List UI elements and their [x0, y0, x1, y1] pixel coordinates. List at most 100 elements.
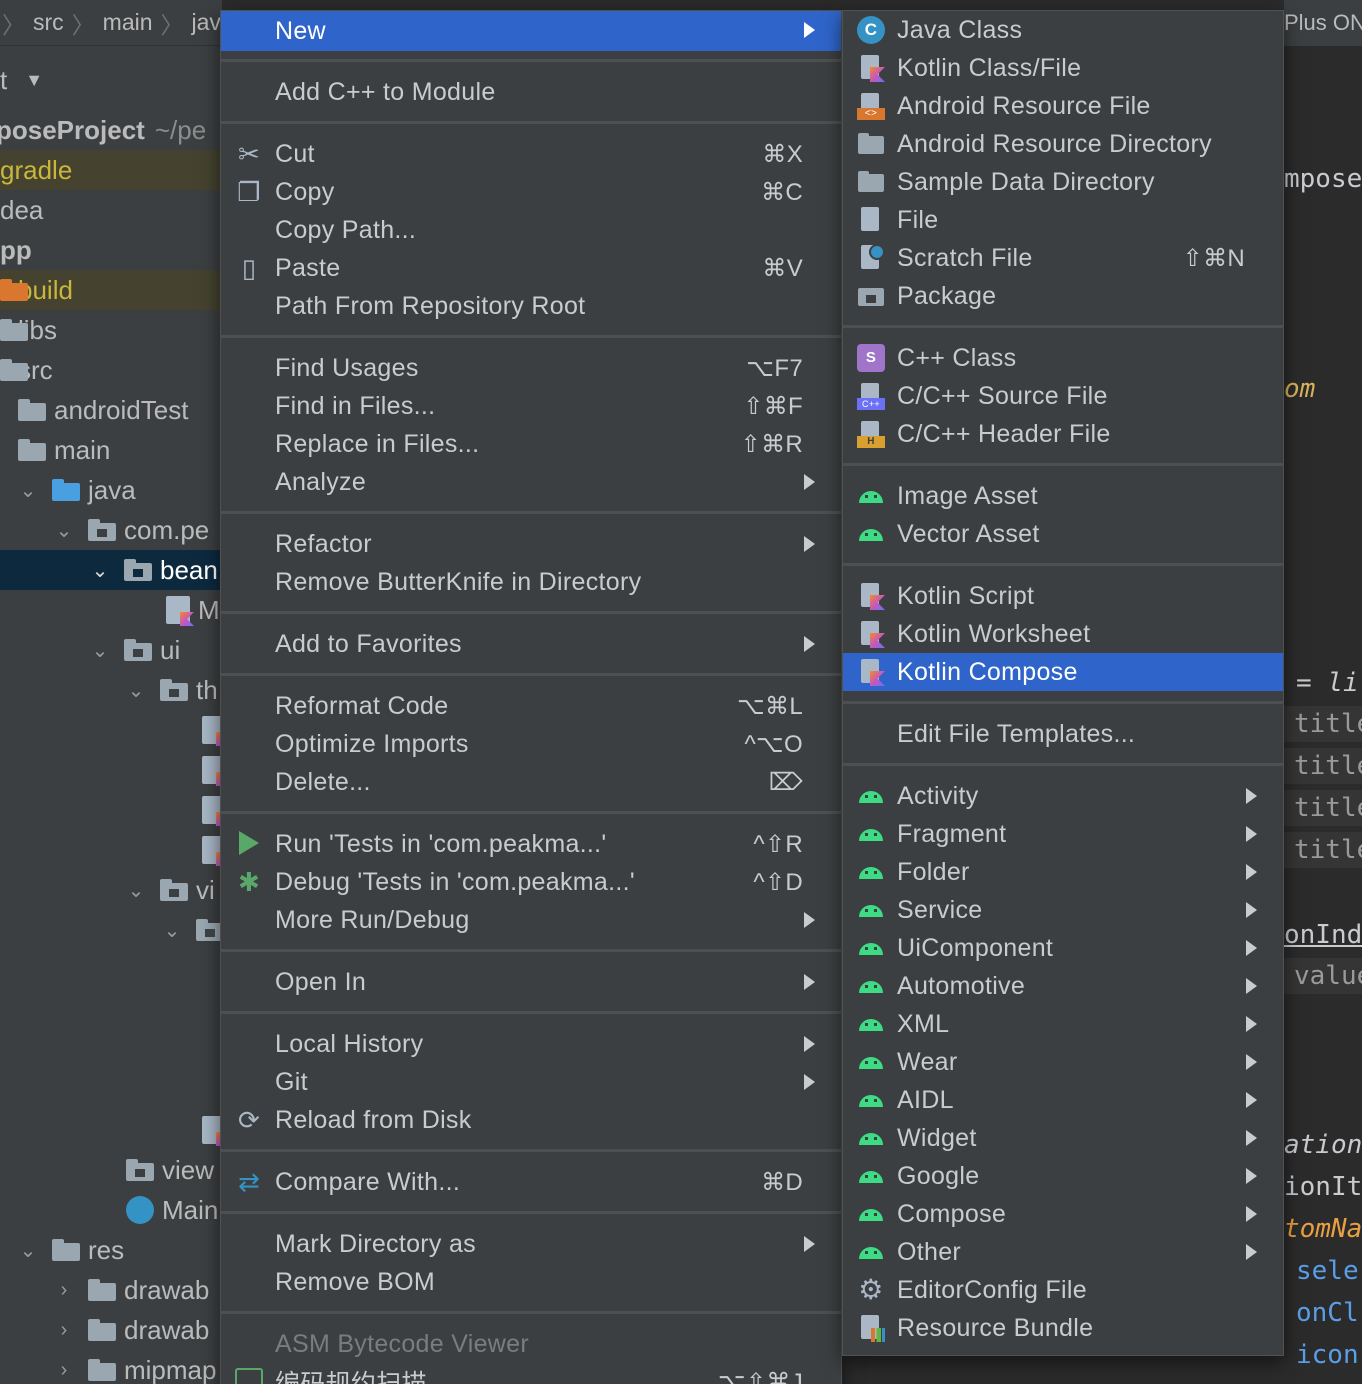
submenu-item-wear[interactable]: Wear [843, 1043, 1283, 1081]
menu-item-more-run-debug[interactable]: More Run/Debug [221, 901, 841, 939]
tree-item-libs[interactable]: libs [0, 310, 222, 350]
chevron-down-icon[interactable]: ⌄ [158, 918, 186, 943]
tree-item-file[interactable] [0, 1110, 222, 1150]
menu-item-mark-directory[interactable]: Mark Directory as [221, 1225, 841, 1263]
menu-item-find-usages[interactable]: Find Usages ⌥F7 [221, 349, 841, 387]
submenu-item-activity[interactable]: Activity [843, 777, 1283, 815]
submenu-item-folder[interactable]: Folder [843, 853, 1283, 891]
chevron-right-icon[interactable]: › [50, 1359, 78, 1382]
submenu-item-edit-file-templates[interactable]: Edit File Templates... [843, 715, 1283, 753]
submenu-item-google[interactable]: Google [843, 1157, 1283, 1195]
tree-item-androidtest[interactable]: androidTest [0, 390, 222, 430]
submenu-item-cpp-class[interactable]: S C++ Class [843, 339, 1283, 377]
tree-item-theme[interactable]: ⌄ th [0, 670, 222, 710]
submenu-item-file[interactable]: File [843, 201, 1283, 239]
submenu-item-aidl[interactable]: AIDL [843, 1081, 1283, 1119]
tree-item-file[interactable] [0, 710, 222, 750]
submenu-item-service[interactable]: Service [843, 891, 1283, 929]
project-view-selector[interactable]: t ▼ [0, 58, 43, 102]
tree-item-gradle[interactable]: gradle [0, 150, 222, 190]
tree-item-vi[interactable]: ⌄ vi [0, 870, 222, 910]
submenu-item-other[interactable]: Other [843, 1233, 1283, 1271]
tree-item-main-activity[interactable]: Main [0, 1190, 222, 1230]
submenu-item-kotlin-worksheet[interactable]: Kotlin Worksheet [843, 615, 1283, 653]
chevron-down-icon[interactable]: ⌄ [122, 878, 150, 903]
tree-item-ui[interactable]: ⌄ ui [0, 630, 222, 670]
menu-item-optimize-imports[interactable]: Optimize Imports ^⌥O [221, 725, 841, 763]
menu-item-remove-bom[interactable]: Remove BOM [221, 1263, 841, 1301]
tree-item-src[interactable]: src [0, 350, 222, 390]
submenu-item-java-class[interactable]: C Java Class [843, 11, 1283, 49]
breadcrumb-main[interactable]: main [97, 9, 159, 36]
menu-item-compare-with[interactable]: ⇄ Compare With... ⌘D [221, 1163, 841, 1201]
submenu-item-uicomponent[interactable]: UiComponent [843, 929, 1283, 967]
menu-item-cut[interactable]: ✂ Cut ⌘X [221, 135, 841, 173]
editor-tab[interactable]: Plus ONE [1284, 0, 1362, 46]
submenu-item-kotlin-script[interactable]: Kotlin Script [843, 577, 1283, 615]
breadcrumb-java[interactable]: java [186, 9, 222, 36]
submenu-item-widget[interactable]: Widget [843, 1119, 1283, 1157]
menu-item-add-to-favorites[interactable]: Add to Favorites [221, 625, 841, 663]
chevron-down-icon[interactable]: ⌄ [86, 638, 114, 663]
menu-item-add-cpp[interactable]: Add C++ to Module [221, 73, 841, 111]
menu-item-copy-path[interactable]: Copy Path... [221, 211, 841, 249]
tree-item-file[interactable] [0, 790, 222, 830]
menu-item-analyze[interactable]: Analyze [221, 463, 841, 501]
menu-item-asm-bytecode-viewer[interactable]: ASM Bytecode Viewer [221, 1325, 841, 1363]
tree-item-package[interactable]: ⌄ com.pe [0, 510, 222, 550]
tree-item-idea[interactable]: dea [0, 190, 222, 230]
submenu-item-compose[interactable]: Compose [843, 1195, 1283, 1233]
breadcrumb-src[interactable]: src [27, 9, 70, 36]
chevron-down-icon[interactable]: ⌄ [50, 518, 78, 543]
tree-item-subpackage[interactable]: ⌄ [0, 910, 222, 950]
menu-item-code-scan[interactable]: 编码规约扫描 ⌥⇧⌘J [221, 1363, 841, 1384]
menu-item-paste[interactable]: ▯ Paste ⌘V [221, 249, 841, 287]
chevron-down-icon[interactable]: ⌄ [122, 678, 150, 703]
chevron-right-icon[interactable]: › [50, 1279, 78, 1302]
submenu-item-image-asset[interactable]: Image Asset [843, 477, 1283, 515]
submenu-item-vector-asset[interactable]: Vector Asset [843, 515, 1283, 553]
menu-item-reformat-code[interactable]: Reformat Code ⌥⌘L [221, 687, 841, 725]
chevron-right-icon[interactable]: › [50, 1319, 78, 1342]
submenu-item-editorconfig[interactable]: ⚙ EditorConfig File [843, 1271, 1283, 1309]
tree-item-bean[interactable]: ⌄ bean [0, 550, 222, 590]
submenu-item-package[interactable]: Package [843, 277, 1283, 315]
tree-item-res[interactable]: ⌄ res [0, 1230, 222, 1270]
chevron-down-icon[interactable]: ⌄ [86, 558, 114, 583]
menu-item-open-in[interactable]: Open In [221, 963, 841, 1001]
menu-item-replace-in-files[interactable]: Replace in Files... ⇧⌘R [221, 425, 841, 463]
tree-item-mipmap[interactable]: › mipmap [0, 1350, 222, 1384]
menu-item-new[interactable]: New [221, 11, 841, 51]
submenu-item-kotlin-compose[interactable]: Kotlin Compose [843, 653, 1283, 691]
tree-item-build[interactable]: build [0, 270, 222, 310]
submenu-item-android-resource-directory[interactable]: Android Resource Directory [843, 125, 1283, 163]
submenu-item-xml[interactable]: XML [843, 1005, 1283, 1043]
submenu-item-sample-data-directory[interactable]: Sample Data Directory [843, 163, 1283, 201]
tree-item-project[interactable]: poseProject ~/pe [0, 110, 222, 150]
submenu-item-automotive[interactable]: Automotive [843, 967, 1283, 1005]
menu-item-path-from-repo[interactable]: Path From Repository Root [221, 287, 841, 325]
menu-item-find-in-files[interactable]: Find in Files... ⇧⌘F [221, 387, 841, 425]
tree-item-view[interactable]: view [0, 1150, 222, 1190]
submenu-item-cpp-source[interactable]: C/C++ Source File [843, 377, 1283, 415]
tree-item-kotlin-file[interactable]: M [0, 590, 222, 630]
tree-item-java[interactable]: ⌄ java [0, 470, 222, 510]
submenu-item-resource-bundle[interactable]: Resource Bundle [843, 1309, 1283, 1347]
menu-item-run-tests[interactable]: Run 'Tests in 'com.peakma...' ^⇧R [221, 825, 841, 863]
submenu-item-android-resource-file[interactable]: Android Resource File [843, 87, 1283, 125]
menu-item-git[interactable]: Git [221, 1063, 841, 1101]
chevron-down-icon[interactable]: ⌄ [14, 1238, 42, 1263]
menu-item-copy[interactable]: ❐ Copy ⌘C [221, 173, 841, 211]
menu-item-remove-butterknife[interactable]: Remove ButterKnife in Directory [221, 563, 841, 601]
submenu-item-scratch-file[interactable]: Scratch File ⇧⌘N [843, 239, 1283, 277]
tree-item-drawable[interactable]: › drawab [0, 1270, 222, 1310]
submenu-item-fragment[interactable]: Fragment [843, 815, 1283, 853]
tree-item-drawable[interactable]: › drawab [0, 1310, 222, 1350]
menu-item-delete[interactable]: Delete... ⌦ [221, 763, 841, 801]
chevron-down-icon[interactable]: ⌄ [14, 478, 42, 503]
tree-item-file[interactable] [0, 750, 222, 790]
menu-item-reload-from-disk[interactable]: ⟳ Reload from Disk [221, 1101, 841, 1139]
submenu-item-cpp-header[interactable]: C/C++ Header File [843, 415, 1283, 453]
menu-item-debug-tests[interactable]: ✱ Debug 'Tests in 'com.peakma...' ^⇧D [221, 863, 841, 901]
menu-item-local-history[interactable]: Local History [221, 1025, 841, 1063]
